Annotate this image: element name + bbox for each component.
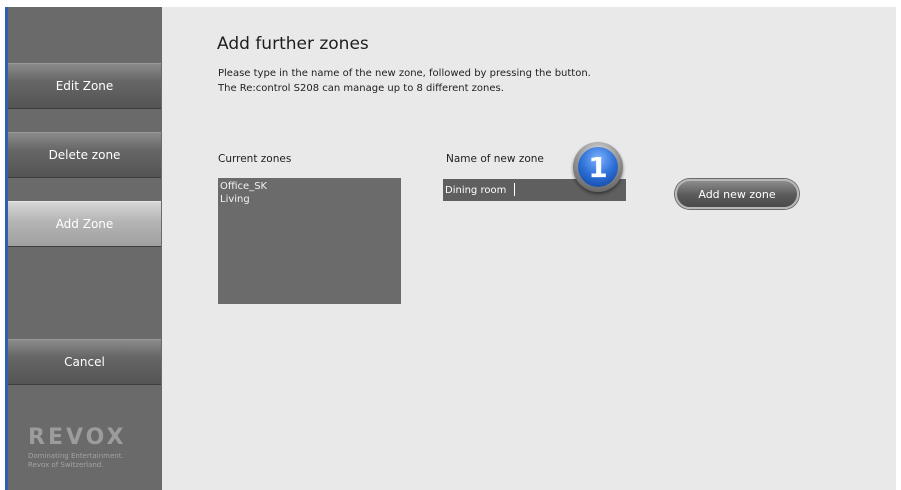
- add-new-zone-button[interactable]: Add new zone: [675, 179, 799, 209]
- step-marker-badge: 1: [573, 142, 623, 192]
- tagline-line-1: Dominating Entertainment.: [28, 452, 124, 460]
- description-line-2: The Re:control S208 can manage up to 8 d…: [218, 83, 504, 94]
- delete-zone-button[interactable]: Delete zone: [8, 132, 161, 178]
- zone-list-item[interactable]: Living: [220, 193, 399, 206]
- add-zone-button[interactable]: Add Zone: [8, 201, 161, 247]
- tagline-line-2: Revox of Switzerland.: [28, 461, 104, 469]
- revox-logo: REVOX: [28, 425, 127, 450]
- description-line-1: Please type in the name of the new zone,…: [218, 68, 591, 79]
- zone-list-item[interactable]: Office_SK: [220, 180, 399, 193]
- current-zones-list[interactable]: Office_SK Living: [218, 178, 401, 304]
- page-description: Please type in the name of the new zone,…: [218, 66, 591, 96]
- cancel-button[interactable]: Cancel: [8, 339, 161, 385]
- current-zones-label: Current zones: [218, 153, 292, 165]
- page-title: Add further zones: [217, 34, 369, 54]
- edit-zone-button[interactable]: Edit Zone: [8, 63, 161, 109]
- sidebar: Edit Zone Delete zone Add Zone Cancel: [8, 7, 162, 490]
- step-number: 1: [578, 147, 618, 187]
- text-caret: [514, 183, 515, 196]
- new-zone-label: Name of new zone: [446, 153, 544, 165]
- logo-tagline: Dominating Entertainment. Revox of Switz…: [28, 452, 124, 470]
